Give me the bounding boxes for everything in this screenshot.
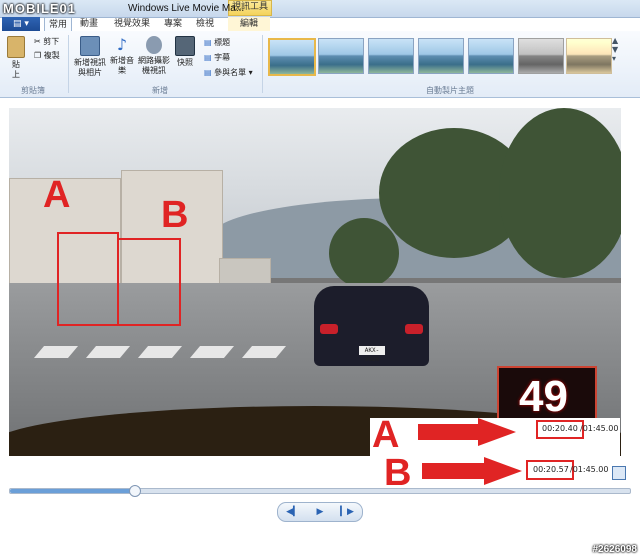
chevron-down-icon: ▾ <box>248 68 253 77</box>
title-label: 標題 <box>214 38 231 47</box>
previous-frame-button[interactable]: ◀▎ <box>280 504 306 520</box>
film-photo-icon <box>80 36 100 56</box>
red-arrow <box>418 424 480 440</box>
tab-edit[interactable]: 編輯 <box>228 17 270 31</box>
time-current-a: 00:20.40 <box>542 424 578 433</box>
chevron-up-icon[interactable]: ▲ <box>612 36 622 45</box>
snapshot-button[interactable]: 快照 <box>174 36 196 68</box>
add-music-label: 新增音樂 <box>110 56 134 75</box>
snapshot-icon <box>175 36 195 56</box>
add-music-button[interactable]: ♪ 新增音樂 <box>110 36 134 76</box>
scissors-icon: ✂ <box>34 37 41 46</box>
tree <box>329 218 399 288</box>
play-button[interactable]: ▶ <box>307 504 333 520</box>
credits-button[interactable]: ▤ 參與名單 ▾ <box>204 67 253 78</box>
time-label-a: A <box>372 414 400 456</box>
paste-label: 貼上 <box>12 60 20 79</box>
time-total-a: /01:45.00 <box>580 424 619 433</box>
car: AKX-9026 <box>314 286 429 366</box>
file-menu-button[interactable]: ▤ ▾ <box>2 17 40 31</box>
copy-icon: ❐ <box>34 51 42 60</box>
tab-animations[interactable]: 動畫 <box>76 17 102 31</box>
video-preview[interactable]: AKX-9026 A B 49 台 <box>9 108 621 456</box>
theme-thumbnail[interactable] <box>518 38 564 74</box>
title-icon: ▤ <box>204 38 212 47</box>
overlay-label-a: A <box>43 174 71 216</box>
window-title: Windows Live Movie Ma... <box>128 3 245 14</box>
copy-button[interactable]: ❐ 複製 <box>34 50 60 61</box>
tab-project[interactable]: 專案 <box>160 17 186 31</box>
image-id: #2626098 <box>592 544 638 555</box>
theme-thumbnail[interactable] <box>468 38 514 74</box>
tab-view[interactable]: 檢視 <box>192 17 218 31</box>
ribbon-separator <box>262 35 263 93</box>
cut-label: 剪下 <box>43 37 60 46</box>
highlight-box-b <box>117 238 181 326</box>
time-current-b: 00:20.57 <box>533 465 569 474</box>
mobile01-logo: MOBILE01 <box>3 1 77 16</box>
license-plate: AKX-9026 <box>359 346 385 363</box>
clipboard-group-label: 剪貼簿 <box>21 86 45 95</box>
snapshot-label: 快照 <box>177 58 193 67</box>
chevron-down-icon[interactable]: ▼ <box>612 45 622 54</box>
theme-thumbnail[interactable] <box>268 38 316 76</box>
highlight-box-a <box>57 232 119 326</box>
tree <box>499 108 621 278</box>
tail-light <box>405 324 423 334</box>
time-total-b: /01:45.00 <box>570 465 609 474</box>
music-note-icon: ♪ <box>116 35 128 54</box>
credits-icon: ▤ <box>204 68 212 77</box>
ribbon-separator <box>68 35 69 93</box>
credits-label: 參與名單 <box>214 68 247 77</box>
theme-thumbnail[interactable] <box>418 38 464 74</box>
tail-light <box>320 324 338 334</box>
seek-progress <box>10 489 134 493</box>
caption-button[interactable]: ▤ 字幕 <box>204 52 230 63</box>
caption-label: 字幕 <box>214 53 231 62</box>
red-arrow <box>422 463 486 479</box>
tab-home[interactable]: 常用 <box>44 17 72 32</box>
channel-number: 49 <box>519 372 568 421</box>
copy-label: 複製 <box>43 51 60 60</box>
title-bar: MOBILE01 視訊工具 Windows Live Movie Ma... <box>0 0 640 18</box>
theme-thumbnail[interactable] <box>566 38 612 74</box>
title-button[interactable]: ▤ 標題 <box>204 37 230 48</box>
webcam-video-label: 網路攝影機視訊 <box>138 56 170 75</box>
red-arrowhead <box>478 418 516 446</box>
theme-thumbnail[interactable] <box>318 38 364 74</box>
seek-handle[interactable] <box>129 485 141 497</box>
cut-button[interactable]: ✂ 剪下 <box>34 36 59 47</box>
more-icon[interactable]: ▾ <box>612 54 622 63</box>
autothemes-group-label: 自動製片主題 <box>426 86 474 95</box>
seek-bar[interactable] <box>9 485 631 497</box>
add-videos-photos-button[interactable]: 新增視訊與相片 <box>72 36 108 78</box>
add-group-label: 新增 <box>152 86 168 95</box>
red-arrowhead <box>484 457 522 485</box>
paste-button[interactable]: 貼上 <box>4 36 28 80</box>
webcam-icon <box>146 36 162 54</box>
clipboard-icon <box>7 36 25 58</box>
overlay-label-b: B <box>161 194 189 236</box>
webcam-video-button[interactable]: 網路攝影機視訊 <box>136 36 172 76</box>
tab-visual-effects[interactable]: 視覺效果 <box>110 17 154 31</box>
gallery-scrollbar[interactable]: ▲ ▼ ▾ <box>612 36 622 80</box>
theme-thumbnail[interactable] <box>368 38 414 74</box>
next-frame-button[interactable]: ▎▶ <box>334 504 360 520</box>
fullscreen-icon[interactable] <box>612 466 626 480</box>
caption-icon: ▤ <box>204 53 212 62</box>
add-videos-photos-label: 新增視訊與相片 <box>74 58 106 77</box>
playback-controls: ◀▎ ▶ ▎▶ <box>277 502 363 522</box>
